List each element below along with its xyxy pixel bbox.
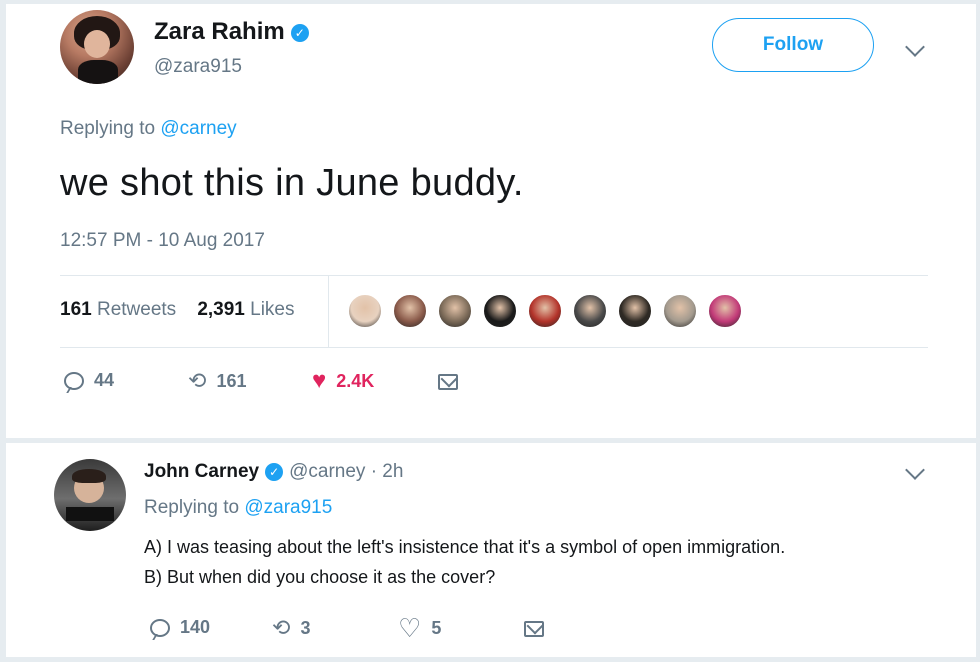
- reply-count: 44: [94, 370, 115, 390]
- verified-badge-icon: ✓: [265, 462, 284, 481]
- liker-avatar[interactable]: [347, 293, 383, 329]
- like-button[interactable]: ♡ 5: [398, 613, 441, 644]
- replying-prefix: Replying to: [144, 497, 240, 518]
- replying-to: Replying to @zara915: [144, 497, 332, 519]
- replying-mention-link[interactable]: @zara915: [244, 497, 332, 518]
- direct-message-button[interactable]: [524, 621, 544, 637]
- retweet-button[interactable]: ⟲ 3: [272, 615, 310, 641]
- author-handle[interactable]: @zara915: [154, 56, 242, 78]
- avatar[interactable]: [60, 10, 134, 84]
- retweets-stat-count: 161: [60, 299, 92, 320]
- retweet-button[interactable]: ⟲ 161: [188, 368, 246, 394]
- reply-button[interactable]: 140: [150, 617, 210, 638]
- liker-avatar[interactable]: [617, 293, 653, 329]
- retweet-icon: ⟲: [272, 615, 291, 640]
- author-name[interactable]: John Carney ✓ @carney · 2h: [144, 461, 403, 483]
- like-button[interactable]: ♥ 2.4K: [312, 367, 374, 395]
- liker-avatar[interactable]: [572, 293, 608, 329]
- engagement-stats: 161 Retweets 2,391 Likes: [60, 299, 295, 321]
- likes-stat-count: 2,391: [197, 299, 245, 320]
- avatar-plate: [66, 507, 114, 521]
- heart-outline-icon: ♡: [398, 613, 422, 643]
- tweet-text-line: B) But when did you choose it as the cov…: [144, 567, 496, 587]
- author-name[interactable]: Zara Rahim ✓: [154, 18, 309, 46]
- like-count: 5: [431, 618, 442, 638]
- author-handle-time: @carney · 2h: [289, 461, 404, 482]
- author-name-text: Zara Rahim: [154, 18, 285, 45]
- direct-message-button[interactable]: [438, 374, 458, 390]
- liker-avatar[interactable]: [707, 293, 743, 329]
- retweets-stat-label: Retweets: [96, 299, 177, 320]
- divider: [328, 275, 329, 347]
- replying-to: Replying to @carney: [60, 118, 237, 140]
- liker-avatar[interactable]: [662, 293, 698, 329]
- chevron-down-icon[interactable]: [905, 37, 925, 57]
- likes-stat-label: Likes: [250, 299, 295, 320]
- reply-button[interactable]: 44: [64, 370, 114, 391]
- retweet-count: 3: [300, 617, 311, 638]
- likes-stat[interactable]: 2,391 Likes: [197, 299, 294, 320]
- chevron-down-icon[interactable]: [905, 460, 925, 480]
- reply-tweet-card: John Carney ✓ @carney · 2h Replying to @za…: [6, 443, 976, 657]
- liker-avatar[interactable]: [527, 293, 563, 329]
- liker-avatar[interactable]: [437, 293, 473, 329]
- liker-avatar[interactable]: [392, 293, 428, 329]
- heart-filled-icon: ♥: [312, 367, 327, 394]
- reply-count: 140: [180, 617, 211, 637]
- replying-mention-link[interactable]: @carney: [160, 118, 236, 139]
- tweet-timestamp[interactable]: 12:57 PM - 10 Aug 2017: [60, 230, 265, 252]
- tweet-text: we shot this in June buddy.: [60, 162, 524, 204]
- reply-icon: [64, 371, 84, 390]
- replying-prefix: Replying to: [60, 118, 156, 139]
- liker-avatar[interactable]: [482, 293, 518, 329]
- divider: [60, 347, 928, 348]
- mail-icon: [524, 621, 544, 637]
- retweet-count: 161: [216, 370, 247, 391]
- reply-icon: [150, 618, 170, 637]
- verified-badge-icon: ✓: [290, 23, 309, 42]
- main-tweet-card: Zara Rahim ✓ @zara915 Follow Replying to …: [6, 4, 976, 438]
- avatar[interactable]: [54, 459, 126, 531]
- retweet-icon: ⟲: [188, 368, 207, 393]
- retweets-stat[interactable]: 161 Retweets: [60, 299, 176, 320]
- author-name-text: John Carney: [144, 461, 260, 482]
- like-count: 2.4K: [336, 370, 375, 391]
- divider: [60, 275, 928, 276]
- mail-icon: [438, 374, 458, 390]
- tweet-text-line: A) I was teasing about the left's insist…: [144, 537, 786, 557]
- follow-button[interactable]: Follow: [712, 18, 874, 72]
